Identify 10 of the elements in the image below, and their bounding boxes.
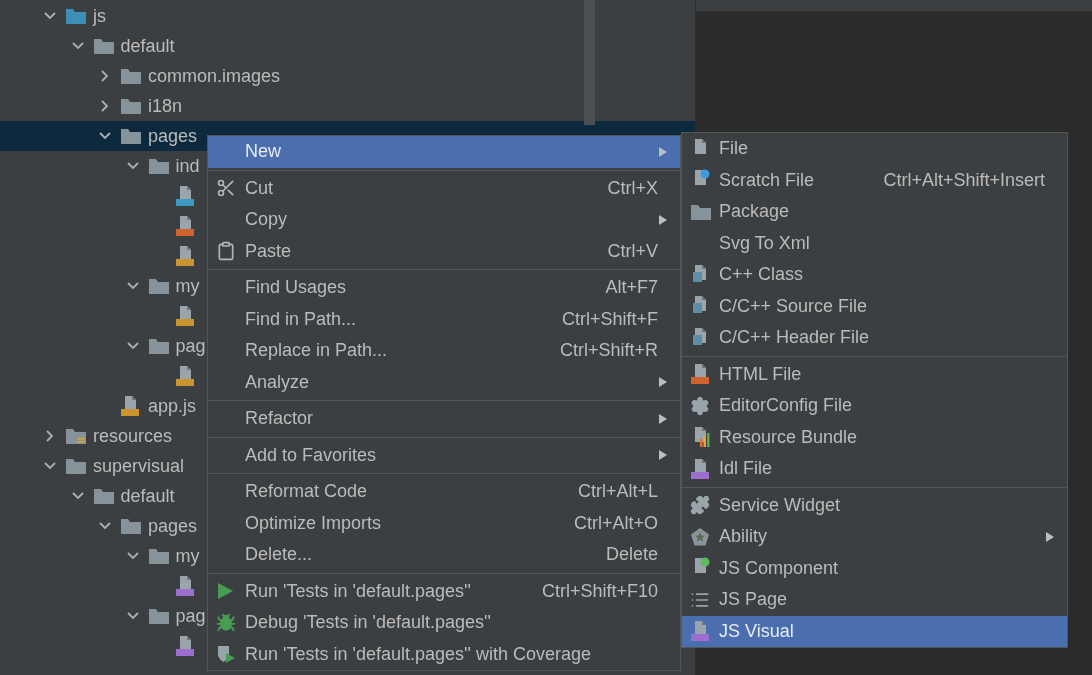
shortcut-label: Alt+F7 [605,276,658,300]
shortcut-label: Ctrl+Shift+F10 [541,579,658,603]
shortcut-label: Ctrl+Shift+R [559,339,658,363]
shortcut-label: Delete [605,543,658,567]
shortcut-label: Ctrl+Alt+L [577,480,658,504]
shortcut-label: Ctrl+V [607,239,658,263]
shortcut-label: Ctrl+Alt+Shift+Insert [883,168,1045,192]
shortcut-label: Ctrl+Alt+O [573,511,658,535]
shortcut-label: Ctrl+X [607,176,658,200]
shortcut-label: Ctrl+Shift+F [561,307,658,331]
